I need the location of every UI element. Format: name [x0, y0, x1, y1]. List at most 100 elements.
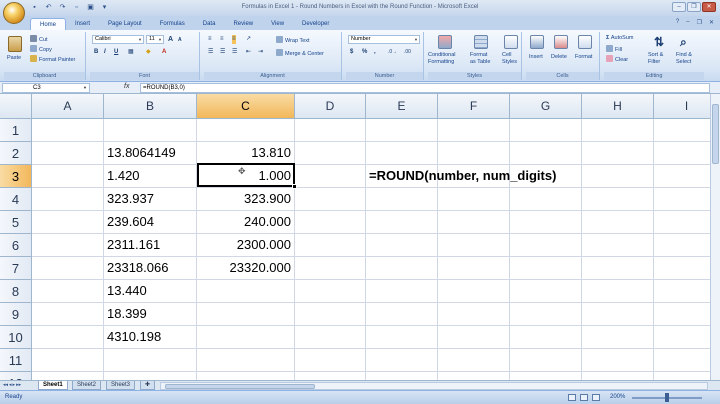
insert-cells-icon[interactable] — [530, 35, 544, 49]
row-header-1[interactable]: 1 — [0, 119, 32, 142]
row-header-11[interactable]: 11 — [0, 349, 32, 372]
align-bottom-icon[interactable]: ≡ — [232, 35, 236, 44]
maximize-button[interactable]: ❐ — [687, 2, 701, 12]
format-as-table-icon[interactable] — [474, 35, 488, 49]
wrap-text-button[interactable]: Wrap Text — [276, 36, 310, 45]
cell-b10[interactable]: 4310.198 — [104, 326, 197, 348]
decrease-indent-icon[interactable]: ⇤ — [246, 48, 251, 57]
row-header-10[interactable]: 10 — [0, 326, 32, 349]
paste-button[interactable]: Paste — [7, 55, 21, 62]
delete-cells-icon[interactable] — [554, 35, 568, 49]
font-name-select[interactable]: Calibri ▼ — [92, 35, 144, 44]
workbook-minimize-icon[interactable]: – — [686, 19, 689, 26]
cell-styles-button[interactable]: Cell Styles — [502, 52, 517, 66]
cell-b4[interactable]: 323.937 — [104, 188, 197, 210]
next-sheet-icon[interactable]: ▸ — [13, 382, 16, 388]
formula-input[interactable]: =ROUND(B3,0) — [140, 83, 710, 93]
tab-review[interactable]: Review — [224, 18, 262, 30]
column-header-f[interactable]: F — [438, 94, 510, 119]
conditional-formatting-icon[interactable] — [438, 35, 452, 49]
sort-filter-button[interactable]: Sort & Filter — [648, 52, 663, 66]
font-size-select[interactable]: 11 ▼ — [146, 35, 164, 44]
increase-indent-icon[interactable]: ⇥ — [258, 48, 263, 57]
format-cells-icon[interactable] — [578, 35, 592, 49]
sheet-tab-sheet2[interactable]: Sheet2 — [72, 381, 102, 390]
decrease-decimal-icon[interactable]: .00 — [404, 48, 411, 57]
align-right-icon[interactable]: ☰ — [232, 48, 237, 57]
sort-filter-icon[interactable]: ⇅ — [654, 35, 664, 49]
grow-font-button[interactable]: A — [168, 35, 173, 44]
cell-b7[interactable]: 23318.066 — [104, 257, 197, 279]
row-header-8[interactable]: 8 — [0, 280, 32, 303]
cell-b2[interactable]: 13.8064149 — [104, 142, 197, 164]
insert-function-icon[interactable]: fx — [124, 83, 129, 90]
comma-button[interactable]: , — [374, 48, 376, 57]
column-header-a[interactable]: A — [32, 94, 104, 119]
column-header-c[interactable]: C — [197, 94, 295, 119]
align-left-icon[interactable]: ☰ — [208, 48, 213, 57]
page-break-view-icon[interactable] — [592, 394, 600, 401]
zoom-slider-thumb[interactable] — [665, 393, 669, 402]
underline-button[interactable]: U — [114, 48, 118, 57]
close-button[interactable]: ✕ — [702, 2, 716, 12]
number-format-select[interactable]: Number ▼ — [348, 35, 420, 44]
italic-button[interactable]: I — [104, 48, 106, 57]
last-sheet-icon[interactable]: ▸▸ — [16, 382, 21, 388]
cell-b9[interactable]: 18.399 — [104, 303, 197, 325]
column-header-b[interactable]: B — [104, 94, 197, 119]
name-box-dropdown-icon[interactable]: ▼ — [83, 85, 87, 90]
fill-handle[interactable] — [292, 184, 297, 189]
name-box[interactable]: C3 — [2, 83, 90, 93]
cell-b3[interactable]: 1.420 — [104, 165, 197, 187]
autosum-button[interactable]: Σ AutoSum — [606, 35, 633, 42]
shrink-font-button[interactable]: A — [178, 36, 182, 45]
orientation-icon[interactable]: ↗ — [246, 35, 251, 44]
tab-home[interactable]: Home — [30, 18, 67, 30]
cell-b8[interactable]: 13.440 — [104, 280, 197, 302]
row-header-5[interactable]: 5 — [0, 211, 32, 234]
row-header-4[interactable]: 4 — [0, 188, 32, 211]
horizontal-scroll-thumb[interactable] — [165, 384, 315, 389]
font-color-icon[interactable]: A — [162, 48, 166, 57]
format-cells-button[interactable]: Format — [575, 54, 592, 61]
minimize-button[interactable]: – — [672, 2, 686, 12]
align-middle-icon[interactable]: ≡ — [220, 35, 224, 44]
zoom-level[interactable]: 200% — [610, 394, 625, 400]
cell-b6[interactable]: 2311.161 — [104, 234, 197, 256]
sheet-tab-sheet3[interactable]: Sheet3 — [106, 381, 136, 390]
paste-icon[interactable] — [8, 36, 22, 52]
bold-button[interactable]: B — [94, 48, 98, 57]
fill-color-icon[interactable]: ◆ — [146, 48, 151, 57]
prev-sheet-icon[interactable]: ◂ — [9, 382, 12, 388]
currency-button[interactable]: $ — [350, 48, 353, 57]
cell-c5[interactable]: 240.000 — [197, 211, 295, 233]
row-header-6[interactable]: 6 — [0, 234, 32, 257]
sheet-tab-sheet1[interactable]: Sheet1 — [38, 381, 68, 390]
tab-view[interactable]: View — [262, 18, 293, 30]
binoculars-icon[interactable]: ⌕ — [680, 35, 687, 49]
percent-button[interactable]: % — [362, 48, 367, 57]
select-all-corner[interactable] — [0, 94, 32, 119]
fill-button[interactable]: Fill — [606, 45, 622, 54]
row-header-9[interactable]: 9 — [0, 303, 32, 326]
first-sheet-icon[interactable]: ◂◂ — [3, 382, 8, 388]
cell-c7[interactable]: 23320.000 — [197, 257, 295, 279]
cell-c6[interactable]: 2300.000 — [197, 234, 295, 256]
cell-c2[interactable]: 13.810 — [197, 142, 295, 164]
align-top-icon[interactable]: ≡ — [208, 35, 212, 44]
increase-decimal-icon[interactable]: .0→ — [388, 48, 397, 57]
tab-formulas[interactable]: Formulas — [151, 18, 194, 30]
row-header-2[interactable]: 2 — [0, 142, 32, 165]
insert-sheet-icon[interactable]: ✚ — [140, 381, 156, 390]
vertical-scroll-thumb[interactable] — [712, 104, 719, 164]
format-painter-button[interactable]: Format Painter — [30, 55, 75, 64]
conditional-formatting-button[interactable]: Conditional Formatting — [428, 52, 456, 66]
merge-center-button[interactable]: Merge & Center — [276, 49, 324, 58]
worksheet-grid[interactable]: ABCDEFGHI 123456789101112 13.80641491.42… — [0, 94, 720, 380]
column-header-h[interactable]: H — [582, 94, 654, 119]
find-select-button[interactable]: Find & Select — [676, 52, 692, 66]
workbook-restore-icon[interactable]: ❐ — [697, 19, 702, 26]
vertical-scrollbar[interactable] — [710, 94, 720, 380]
cell-c4[interactable]: 323.900 — [197, 188, 295, 210]
office-button[interactable] — [3, 2, 25, 24]
